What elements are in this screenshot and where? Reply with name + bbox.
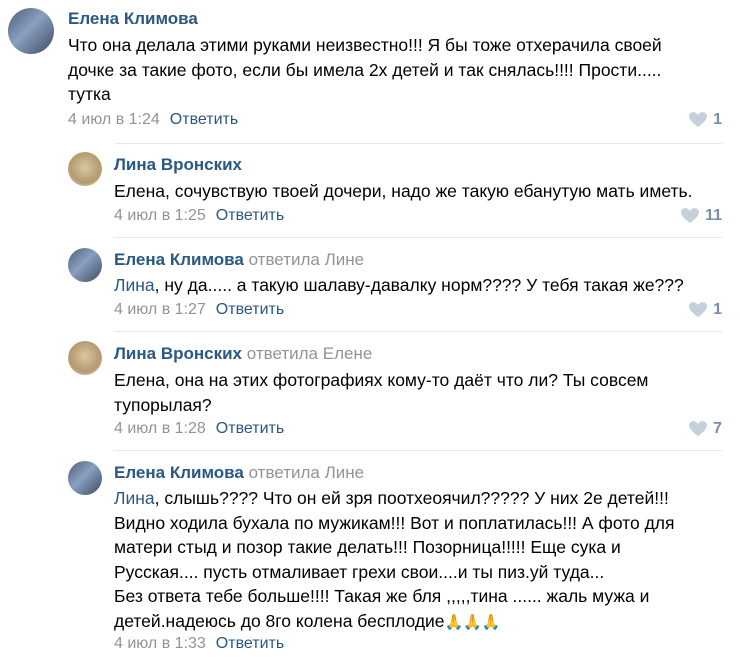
comment-reply: Елена Климова ответила Лине Лина, слышь?… <box>0 451 740 662</box>
like-button[interactable]: 1 <box>689 301 722 319</box>
comment-meta: 4 июл в 1:24 Ответить <box>68 111 238 129</box>
comment-author[interactable]: Елена Климова <box>68 9 198 29</box>
comment-meta: 4 июл в 1:28 Ответить <box>114 420 284 438</box>
comment-date[interactable]: 4 июл в 1:33 <box>114 635 206 652</box>
avatar[interactable] <box>68 341 102 375</box>
reply-to-label: ответила Лине <box>248 463 365 482</box>
reply-button[interactable]: Ответить <box>216 207 284 224</box>
comment-author[interactable]: Лина Вронских <box>114 155 242 175</box>
comment-reply: Лина Вронских Елена, сочувствую твоей до… <box>0 144 740 236</box>
comment-text: Что она делала этими руками неизвестно!!… <box>68 35 662 104</box>
reply-to-label: ответила Лине <box>248 250 365 269</box>
comment-date[interactable]: 4 июл в 1:27 <box>114 301 206 318</box>
heart-icon <box>689 112 708 128</box>
like-count: 1 <box>713 301 722 318</box>
avatar[interactable] <box>8 8 54 54</box>
heart-icon <box>689 421 708 437</box>
heart-icon <box>689 302 708 318</box>
mention-link[interactable]: Лина <box>114 488 155 508</box>
emoji: 🙏🙏🙏 <box>444 613 501 631</box>
reply-button[interactable]: Ответить <box>216 301 284 318</box>
like-count: 7 <box>713 420 722 437</box>
comment-date[interactable]: 4 июл в 1:28 <box>114 420 206 437</box>
like-count: 11 <box>705 207 722 224</box>
comment-text: Лина, слышь???? Что он ей зря поотхеоячи… <box>114 488 675 631</box>
comment-meta: 4 июл в 1:25 Ответить <box>114 207 284 225</box>
avatar[interactable] <box>68 152 102 186</box>
like-button[interactable]: 1 <box>689 111 722 129</box>
comment-date[interactable]: 4 июл в 1:25 <box>114 207 206 224</box>
comment-text: Лина, ну да..... а такую шалаву-давалку … <box>114 275 684 295</box>
comment-date[interactable]: 4 июл в 1:24 <box>68 111 160 128</box>
avatar[interactable] <box>68 248 102 282</box>
comment-meta: 4 июл в 1:27 Ответить <box>114 301 284 319</box>
comment-author[interactable]: Лина Вронских ответила Елене <box>114 344 372 364</box>
heart-icon <box>681 208 700 224</box>
reply-button[interactable]: Ответить <box>216 420 284 437</box>
comment-author[interactable]: Елена Климова ответила Лине <box>114 463 364 483</box>
comment-reply: Елена Климова ответила Лине Лина, ну да.… <box>0 238 740 330</box>
reply-button[interactable]: Ответить <box>170 111 238 128</box>
comment-reply: Лина Вронских ответила Елене Елена, она … <box>0 332 740 450</box>
mention-link[interactable]: Лина <box>114 275 155 295</box>
reply-button[interactable]: Ответить <box>216 635 284 652</box>
comment-meta: 4 июл в 1:33 Ответить <box>114 635 284 653</box>
like-button[interactable]: 7 <box>689 420 722 438</box>
comment-text: Елена, сочувствую твоей дочери, надо же … <box>114 181 693 201</box>
comment-author[interactable]: Елена Климова ответила Лине <box>114 250 364 270</box>
like-count: 1 <box>713 111 722 128</box>
avatar[interactable] <box>68 461 102 495</box>
reply-to-label: ответила Елене <box>246 344 373 363</box>
comment-text: Елена, она на этих фотографиях кому-то д… <box>114 370 649 415</box>
comment: Елена Климова Что она делала этими рукам… <box>0 0 740 140</box>
like-button[interactable]: 11 <box>681 207 722 225</box>
